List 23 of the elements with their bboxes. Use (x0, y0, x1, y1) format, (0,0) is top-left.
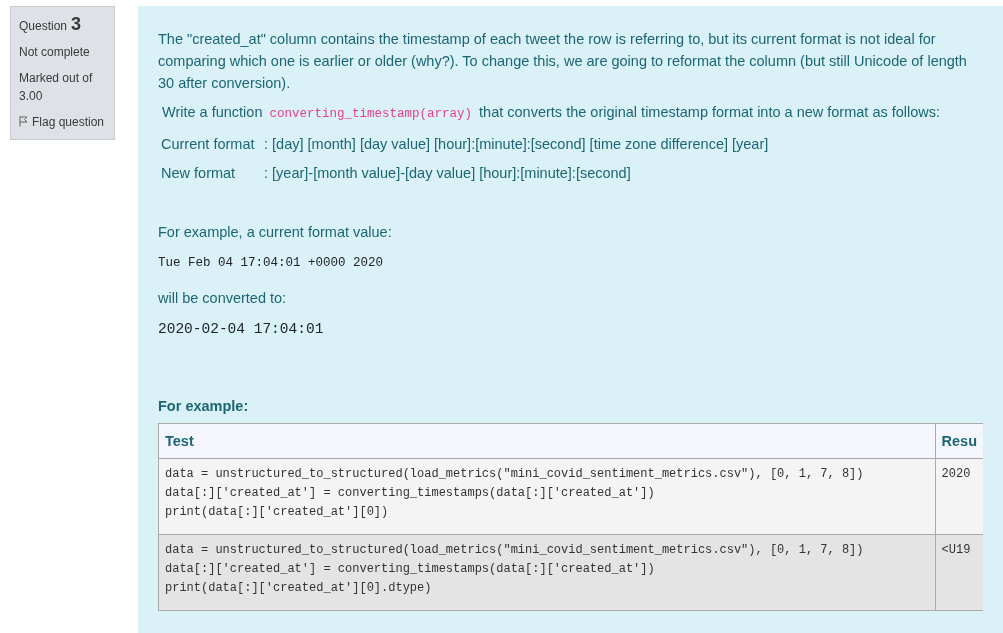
instruction-text: that converts the original timestamp format into a new format as follows: (479, 104, 941, 120)
format-label: Current format (160, 135, 256, 154)
examples-heading: For example: (158, 397, 250, 416)
column-header: Resu (935, 423, 983, 459)
question-label: Question (19, 18, 68, 35)
instruction-text: Write a function (162, 104, 263, 120)
format-description: : [year]-[month value]-[day value] [hour]:[minute]:[second] (264, 164, 631, 183)
example-mid-text: will be converted to: (158, 289, 288, 308)
status-text: Not complete (19, 44, 91, 61)
marks-text: Marked out of 3.00 (19, 70, 94, 105)
format-description: : [day] [month] [day value] [hour]:[minute]:[second] [time zone difference] [year] (264, 135, 769, 154)
format-label: New format (160, 164, 237, 183)
column-header: Test (158, 423, 936, 459)
function-name-code: converting_timestamp(array) (268, 107, 474, 121)
question-number: 3 (71, 15, 82, 33)
flag-icon (19, 116, 28, 127)
flag-question-link[interactable]: Flag question (19, 113, 106, 131)
test-code-cell: data = unstructured_to_structured(load_metrics("mini_covid_sentiment_metrics.csv"), [0, 1, 7, 8]) data[:]['created_at'] = converting_timestamps(data[:]['created_at']) print(data[:]['created_at'][0].dtype) (158, 534, 936, 611)
example-input-code: Tue Feb 04 17:04:01 +0000 2020 (158, 255, 385, 272)
intro-paragraph: The "created_at" column contains the timestamp of each tweet the row is referring to, but its current format is not ideal for comparing which one is earlier or older (why?). To change this, we are going to reformat the column (but still Unicode of length 30 after conversion). (158, 30, 968, 93)
example-output-code: 2020-02-04 17:04:01 (158, 320, 325, 339)
example-intro-text: For example, a current format value: (158, 223, 393, 242)
test-code-cell: data = unstructured_to_structured(load_metrics("mini_covid_sentiment_metrics.csv"), [0, 1, 7, 8]) data[:]['created_at'] = converting_timestamps(data[:]['created_at']) print(data[:]['created_at'][0]) (158, 458, 936, 535)
